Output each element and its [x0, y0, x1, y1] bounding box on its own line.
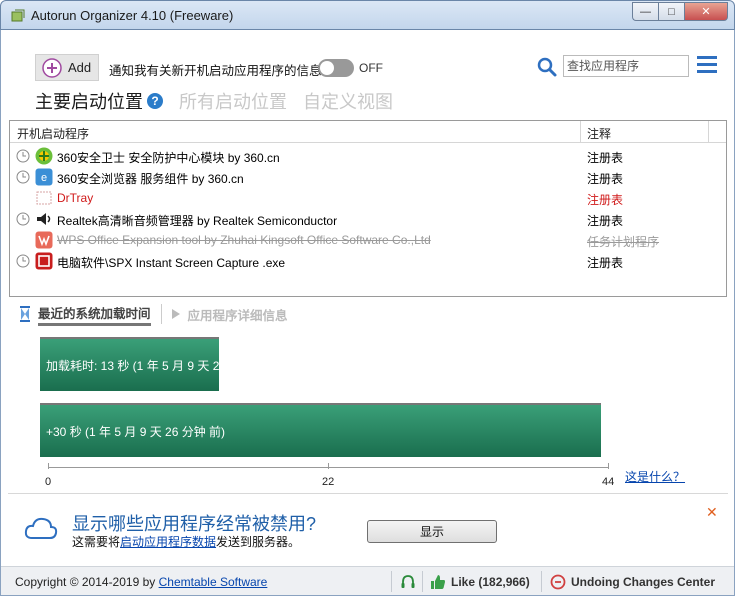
drtray-icon	[36, 191, 52, 205]
program-name: 360安全卫士 安全防护中心模块 by 360.cn	[57, 151, 280, 165]
svg-text:e: e	[41, 172, 47, 184]
notify-toggle[interactable]	[318, 59, 354, 77]
window-frame: Add 通知我有关新开机启动应用程序的信息 OFF 主要启动位置 ? 所有启动位…	[0, 30, 735, 596]
startup-data-link[interactable]: 启动应用程序数据	[120, 535, 216, 549]
program-note: 注册表	[587, 256, 624, 270]
tab-app-details[interactable]: 应用程序详细信息	[188, 305, 288, 324]
360-security-icon	[35, 147, 53, 165]
table-row[interactable]: DrTray 注册表	[10, 187, 726, 208]
undo-center-icon[interactable]	[550, 574, 566, 590]
table-row[interactable]: 电脑软件\SPX Instant Screen Capture .exe 注册表	[10, 250, 726, 271]
lower-tabs: 最近的系统加载时间 应用程序详细信息	[18, 302, 288, 326]
program-note: 注册表	[587, 214, 624, 228]
startup-list: 开机启动程序 注释 360安全卫士 安全防护中心模块 by 360.cn 注册表…	[9, 120, 727, 297]
thumbs-up-icon[interactable]	[430, 574, 446, 590]
chart-tick-label: 22	[322, 476, 335, 488]
speaker-icon	[37, 213, 51, 225]
chart-tick-label: 0	[45, 476, 52, 488]
headset-icon[interactable]	[400, 574, 416, 590]
chart-tick	[48, 463, 49, 469]
play-icon	[171, 309, 180, 319]
status-bar: Copyright © 2014-2019 by Chemtable Softw…	[1, 566, 734, 595]
hamburger-menu-icon[interactable]	[697, 56, 717, 76]
what-is-this-link[interactable]: 这是什么？	[625, 468, 685, 485]
status-separator	[541, 571, 542, 592]
chart-bar[interactable]: 加载耗时: 13 秒 (1 年 5 月 9 天 2...	[40, 337, 220, 391]
search-input[interactable]	[563, 55, 689, 77]
view-tabs: 主要启动位置 ? 所有启动位置 自定义视图	[35, 88, 409, 114]
dismiss-icon[interactable]: ✕	[706, 504, 718, 521]
panel-divider	[8, 493, 728, 494]
company-link[interactable]: Chemtable Software	[159, 575, 268, 589]
search-icon[interactable]	[536, 56, 558, 78]
title-bar: Autorun Organizer 4.10 (Freeware) — □ ✕	[0, 0, 735, 30]
clock-icon	[16, 254, 30, 268]
minimize-button[interactable]: —	[632, 2, 658, 21]
promo-sub-prefix: 这需要将	[72, 535, 121, 549]
chart-tick	[328, 463, 329, 469]
table-row[interactable]: e 360安全浏览器 服务组件 by 360.cn 注册表	[10, 166, 726, 187]
toggle-knob	[320, 61, 334, 75]
add-button-label: Add	[68, 60, 92, 75]
tab-main-locations[interactable]: 主要启动位置	[35, 88, 143, 114]
table-row[interactable]: 360安全卫士 安全防护中心模块 by 360.cn 注册表	[10, 145, 726, 166]
copyright-prefix: Copyright © 2014-2019 by	[15, 575, 159, 589]
360-browser-icon: e	[35, 168, 53, 186]
app-icon	[11, 9, 25, 22]
add-button[interactable]: Add	[35, 54, 99, 81]
program-note: 注册表	[587, 151, 624, 165]
program-note: 注册表	[587, 193, 624, 207]
close-button[interactable]: ✕	[684, 2, 728, 21]
column-separator	[708, 121, 709, 143]
program-name: Realtek高清晰音频管理器 by Realtek Semiconductor	[57, 214, 338, 228]
maximize-button[interactable]: □	[658, 2, 684, 21]
column-header-note[interactable]: 注释	[587, 125, 611, 142]
cloud-icon	[24, 517, 58, 539]
tab-separator	[160, 304, 162, 324]
clock-icon	[16, 212, 30, 226]
program-name: DrTray	[57, 191, 94, 205]
program-name: 电脑软件\SPX Instant Screen Capture .exe	[57, 256, 286, 270]
show-button[interactable]: 显示	[367, 520, 497, 543]
clock-icon	[16, 149, 30, 163]
clock-icon	[16, 170, 30, 184]
wps-office-icon	[35, 231, 53, 249]
promo-subtitle: 这需要将启动应用程序数据发送到服务器。	[72, 533, 300, 550]
program-note: 注册表	[587, 172, 624, 186]
list-header: 开机启动程序 注释	[10, 121, 726, 143]
promo-sub-suffix: 发送到服务器。	[216, 535, 301, 549]
table-row[interactable]: Realtek高清晰音频管理器 by Realtek Semiconductor…	[10, 208, 726, 229]
help-icon[interactable]: ?	[147, 93, 163, 109]
program-note: 任务计划程序	[587, 235, 660, 249]
program-name: 360安全浏览器 服务组件 by 360.cn	[57, 172, 244, 186]
column-separator	[580, 121, 581, 143]
hourglass-icon	[20, 306, 30, 322]
table-row[interactable]: WPS Office Expansion tool by Zhuhai King…	[10, 229, 726, 250]
tab-all-locations[interactable]: 所有启动位置	[179, 88, 287, 114]
window-controls: — □ ✕	[632, 2, 728, 21]
plus-circle-icon	[42, 57, 62, 78]
tab-recent-load-time[interactable]: 最近的系统加载时间	[38, 303, 151, 326]
undo-center-label[interactable]: Undoing Changes Center	[571, 575, 715, 589]
window-title: Autorun Organizer 4.10 (Freeware)	[31, 8, 234, 23]
copyright-text: Copyright © 2014-2019 by Chemtable Softw…	[15, 575, 267, 589]
chart-tick-label: 44	[602, 476, 615, 488]
program-name: WPS Office Expansion tool by Zhuhai King…	[57, 233, 431, 247]
chart-tick	[608, 463, 609, 469]
like-count[interactable]: Like (182,966)	[451, 575, 530, 589]
status-separator	[391, 571, 392, 592]
tab-custom-view[interactable]: 自定义视图	[303, 88, 393, 114]
status-separator	[422, 571, 423, 592]
chart-bar[interactable]: +30 秒 (1 年 5 月 9 天 26 分钟 前)	[40, 403, 602, 457]
notify-label: 通知我有关新开机启动应用程序的信息	[109, 64, 322, 78]
column-header-program[interactable]: 开机启动程序	[17, 125, 89, 142]
toggle-state-label: OFF	[359, 61, 383, 75]
main-content: Add 通知我有关新开机启动应用程序的信息 OFF 主要启动位置 ? 所有启动位…	[8, 30, 728, 566]
screen-capture-icon	[35, 252, 53, 270]
